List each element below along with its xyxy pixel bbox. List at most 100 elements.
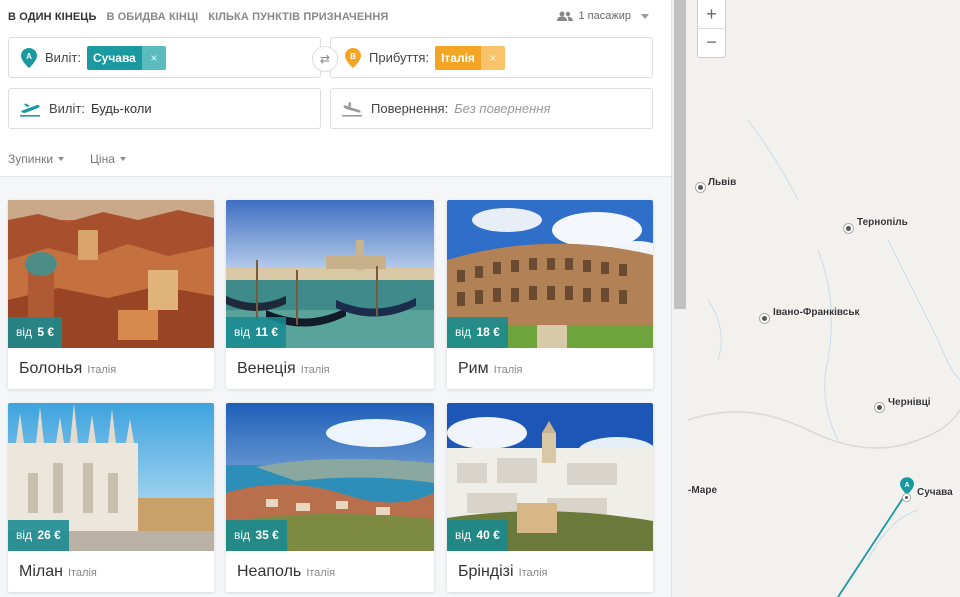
price-prefix: від (16, 325, 33, 339)
destination-chip-value: Італія (435, 45, 481, 70)
card-city: Мілан (19, 563, 63, 580)
origin-remove-button[interactable]: × (141, 45, 166, 70)
city-label: -Маре (688, 485, 718, 496)
card-caption: Мілан Італія (19, 563, 97, 581)
card-city: Болонья (19, 360, 83, 377)
price-badge: від 5 € (8, 317, 63, 348)
origin-chip: Сучава × (86, 45, 166, 70)
card-country: Італія (518, 567, 548, 579)
destinations-grid: від 5 € Болонья Італія від 11 € Венеція … (0, 177, 671, 597)
filter-bar: Зупинки Ціна (8, 152, 126, 166)
price-badge: від 11 € (226, 317, 287, 348)
destination-remove-button[interactable]: × (480, 45, 505, 70)
city-label: Чернівці (888, 397, 931, 408)
tab-multi-city[interactable]: КІЛЬКА ПУНКТІВ ПРИЗНАЧЕННЯ (208, 11, 388, 23)
destination-chip: Італія × (435, 45, 505, 70)
swap-button[interactable]: ⇄ (312, 46, 338, 72)
card-country: Італія (87, 364, 117, 376)
map-pin-a-icon[interactable]: A (900, 477, 914, 495)
map-rivers (688, 119, 960, 597)
tab-round-trip[interactable]: В ОБИДВА КІНЦІ (106, 11, 198, 23)
zoom-out-button[interactable]: − (698, 28, 725, 56)
city-label: Сучава (917, 487, 953, 498)
price-prefix: від (234, 528, 251, 542)
price-prefix: від (455, 325, 472, 339)
svg-text:B: B (350, 52, 356, 61)
price-value: 35 € (255, 528, 279, 542)
stops-filter[interactable]: Зупинки (8, 152, 65, 166)
destination-card[interactable]: від 26 € Мілан Італія (8, 403, 214, 592)
chevron-down-icon (641, 13, 649, 19)
city-label: Львів (708, 177, 737, 188)
zoom-in-button[interactable]: + (698, 0, 725, 28)
destination-card[interactable]: від 35 € Неаполь Італія (226, 403, 434, 592)
price-prefix: від (16, 528, 33, 542)
price-value: 18 € (476, 325, 500, 339)
return-label: Повернення: (371, 101, 449, 116)
scrollbar[interactable] (671, 0, 688, 597)
card-country: Італія (306, 567, 336, 579)
card-caption: Болонья Італія (19, 360, 116, 378)
origin-field[interactable]: A Виліт: Сучава × (8, 37, 321, 78)
card-caption: Бріндізі Італія (458, 563, 548, 581)
destination-card[interactable]: від 18 € Рим Італія (447, 200, 653, 389)
city-marker[interactable] (903, 494, 910, 501)
price-value: 26 € (37, 528, 61, 542)
price-value: 11 € (255, 325, 279, 339)
card-city: Неаполь (237, 563, 302, 580)
price-value: 5 € (37, 325, 55, 339)
card-caption: Неаполь Італія (237, 563, 335, 581)
city-marker[interactable] (696, 183, 705, 192)
price-filter[interactable]: Ціна (90, 152, 126, 166)
depart-label: Виліт: (49, 101, 85, 116)
price-value: 40 € (476, 528, 500, 542)
scrollbar-thumb[interactable] (674, 0, 686, 309)
depart-value: Будь-коли (90, 101, 152, 116)
city-label: Івано-Франківськ (773, 307, 860, 318)
card-caption: Венеція Італія (237, 360, 330, 378)
origin-label: Виліт: (45, 50, 81, 65)
city-marker[interactable] (844, 224, 853, 233)
caret-down-icon (58, 157, 65, 161)
price-prefix: від (234, 325, 251, 339)
svg-text:A: A (26, 52, 32, 61)
pin-b-icon: B (345, 47, 361, 68)
passengers-count: 1 пасажир (578, 10, 632, 22)
zoom-control: + − (697, 0, 726, 58)
card-city: Рим (458, 360, 489, 377)
destination-field[interactable]: B Прибуття: Італія × (330, 37, 653, 78)
card-country: Італія (67, 567, 97, 579)
origin-chip-value: Сучава (86, 45, 142, 70)
depart-date-field[interactable]: Виліт: Будь-коли (8, 88, 321, 129)
destination-card[interactable]: від 5 € Болонья Італія (8, 200, 214, 389)
city-marker[interactable] (760, 314, 769, 323)
pin-a-icon: A (21, 47, 37, 68)
return-date-field[interactable]: Повернення: Без повернення (330, 88, 653, 129)
card-country: Італія (300, 364, 330, 376)
price-badge: від 18 € (447, 317, 508, 348)
price-badge: від 26 € (8, 520, 69, 551)
plane-landing-icon (342, 101, 362, 117)
card-city: Бріндізі (458, 563, 514, 580)
price-badge: від 40 € (447, 520, 508, 551)
price-filter-label: Ціна (90, 152, 115, 166)
passengers-selector[interactable]: 1 пасажир (556, 10, 649, 22)
return-placeholder: Без повернення (454, 101, 551, 116)
tab-one-way[interactable]: В ОДИН КІНЕЦЬ (8, 11, 96, 23)
plane-takeoff-icon (20, 103, 40, 117)
card-caption: Рим Італія (458, 360, 523, 378)
svg-text:A: A (904, 482, 909, 489)
users-icon (556, 11, 573, 21)
map-view[interactable]: + − Львів Тернопіль Івано-Франківськ Чер… (688, 0, 960, 597)
card-country: Італія (493, 364, 523, 376)
city-marker[interactable] (875, 403, 884, 412)
city-label: Тернопіль (857, 217, 908, 228)
destination-label: Прибуття: (369, 50, 430, 65)
destination-card[interactable]: від 11 € Венеція Італія (226, 200, 434, 389)
search-panel: В ОДИН КІНЕЦЬ В ОБИДВА КІНЦІ КІЛЬКА ПУНК… (0, 0, 671, 597)
stops-filter-label: Зупинки (8, 152, 54, 166)
price-prefix: від (455, 528, 472, 542)
destination-card[interactable]: від 40 € Бріндізі Італія (447, 403, 653, 592)
trip-type-tabs: В ОДИН КІНЕЦЬ В ОБИДВА КІНЦІ КІЛЬКА ПУНК… (8, 11, 388, 23)
price-badge: від 35 € (226, 520, 287, 551)
